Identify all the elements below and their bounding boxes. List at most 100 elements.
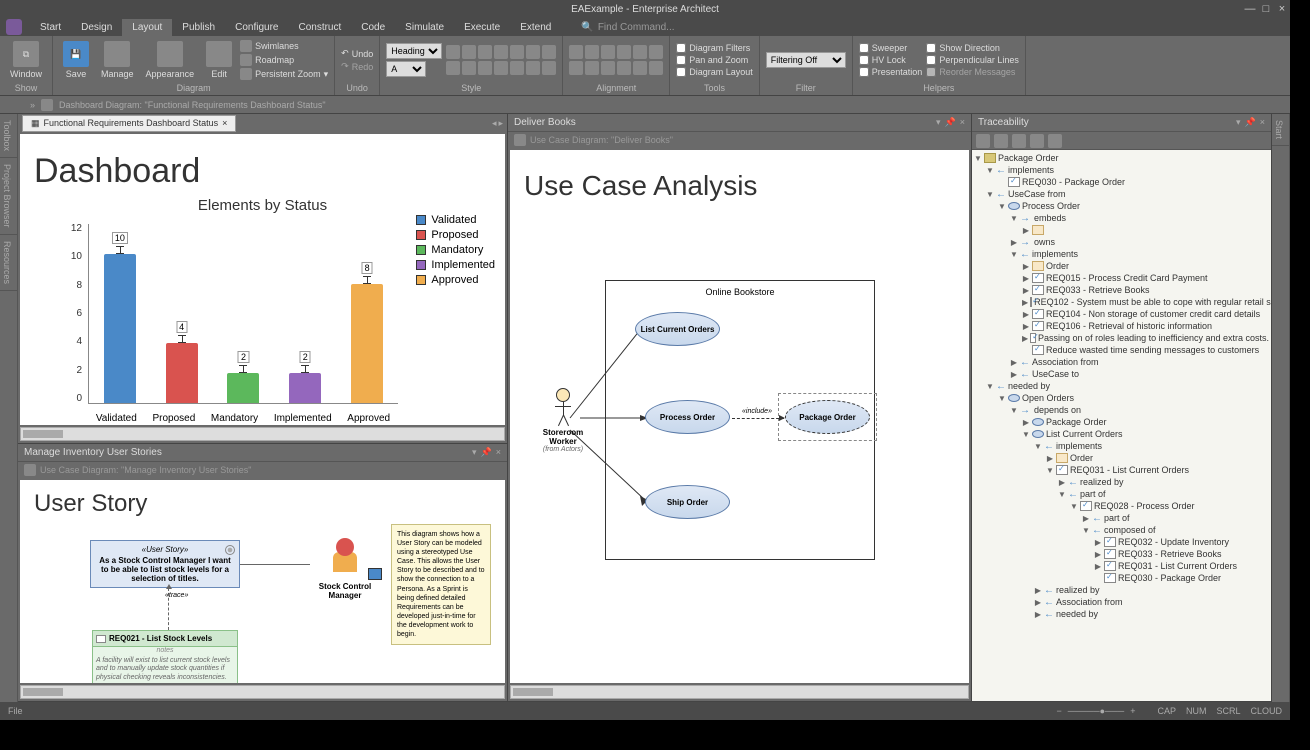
window-button[interactable]: ⧉ Window <box>6 39 46 81</box>
expand-icon[interactable] <box>998 178 1006 186</box>
tree-node[interactable]: ▶REQ031 - List Current Orders <box>974 560 1269 572</box>
expand-icon[interactable]: ▼ <box>1010 214 1018 222</box>
bar-mandatory[interactable]: 2 <box>227 224 259 403</box>
expand-icon[interactable]: ▶ <box>1034 610 1042 618</box>
side-tab-project-browser[interactable]: Project Browser <box>0 158 17 235</box>
dropdown-icon[interactable]: ▾ <box>1236 117 1241 128</box>
dropdown-icon[interactable]: ▾ <box>936 117 941 128</box>
h-scrollbar[interactable] <box>20 685 505 699</box>
toolbar-icon[interactable] <box>976 134 990 148</box>
dashboard-tab[interactable]: ▦ Functional Requirements Dashboard Stat… <box>22 115 236 132</box>
expand-icon[interactable]: ▶ <box>1046 454 1054 462</box>
expand-icon[interactable]: ▶ <box>1010 370 1018 378</box>
tree-node[interactable]: ▶realized by <box>974 476 1269 488</box>
tree-node[interactable]: ▶Order <box>974 452 1269 464</box>
pin-icon[interactable]: 📌 <box>945 117 956 128</box>
style-icon[interactable] <box>478 45 492 59</box>
expand-icon[interactable]: ▶ <box>1094 538 1102 546</box>
tree-node[interactable]: ▶part of <box>974 512 1269 524</box>
filter-select[interactable]: Filtering Off <box>766 52 846 68</box>
heading-select[interactable]: Heading <box>386 43 442 59</box>
align-icon[interactable] <box>617 61 631 75</box>
tree-node[interactable]: REQ030 - Package Order <box>974 176 1269 188</box>
expand-icon[interactable]: ▼ <box>1010 250 1018 258</box>
style-icon[interactable] <box>446 45 460 59</box>
tree-node[interactable]: ▶Package Order <box>974 416 1269 428</box>
side-tab-toolbox[interactable]: Toolbox <box>0 114 17 158</box>
expand-icon[interactable]: ▼ <box>1022 430 1030 438</box>
expand-icon[interactable]: ▶ <box>1022 334 1028 342</box>
actor-storeroom[interactable]: Storeroom Worker (from Actors) <box>528 388 598 453</box>
menu-tab-execute[interactable]: Execute <box>454 19 510 36</box>
expand-icon[interactable]: ▼ <box>1034 442 1042 450</box>
bar-approved[interactable]: 8 <box>351 224 383 403</box>
roadmap-button[interactable]: Roadmap <box>240 54 328 66</box>
edit-button[interactable]: Edit <box>202 39 236 81</box>
tree-node[interactable]: Reduce wasted time sending messages to c… <box>974 344 1269 356</box>
style-icon[interactable] <box>510 61 524 75</box>
align-icon[interactable] <box>649 61 663 75</box>
tree-node[interactable]: ▶Association from <box>974 596 1269 608</box>
tree-node[interactable]: ▼Package Order <box>974 152 1269 164</box>
tree-node[interactable]: ▼REQ031 - List Current Orders <box>974 464 1269 476</box>
expand-icon[interactable]: ▶ <box>1022 274 1030 282</box>
tree-node[interactable]: ▼needed by <box>974 380 1269 392</box>
bar-implemented[interactable]: 2 <box>289 224 321 403</box>
tree-node[interactable]: ▶REQ106 - Retrieval of historic informat… <box>974 320 1269 332</box>
tree-node[interactable]: ▶UseCase to <box>974 368 1269 380</box>
align-icon[interactable] <box>633 45 647 59</box>
expand-icon[interactable]: ▼ <box>986 382 994 390</box>
tree-node[interactable]: ▼implements <box>974 440 1269 452</box>
close-icon[interactable]: × <box>496 447 501 458</box>
toolbar-icon[interactable] <box>1030 134 1044 148</box>
expand-icon[interactable]: ▶ <box>1022 286 1030 294</box>
expand-icon[interactable]: ▼ <box>998 202 1006 210</box>
expand-icon[interactable] <box>1022 346 1030 354</box>
tab-next-icon[interactable]: ▸ <box>498 118 503 129</box>
zoom-control[interactable]: −─────●───+ <box>1056 706 1135 716</box>
usecase-oval[interactable]: Process Order <box>645 400 730 434</box>
tree-node[interactable]: ▶ <box>974 224 1269 236</box>
userstory-canvas[interactable]: User Story «User Story» As a Stock Contr… <box>20 480 505 683</box>
swimlanes-button[interactable]: Swimlanes <box>240 40 328 52</box>
tree-node[interactable]: ▶needed by <box>974 608 1269 620</box>
tree-node[interactable]: ▶REQ033 - Retrieve Books <box>974 548 1269 560</box>
menu-tab-publish[interactable]: Publish <box>172 19 225 36</box>
usecase-pane-title[interactable]: Deliver Books ▾📌× <box>508 114 971 132</box>
style-icon[interactable] <box>462 45 476 59</box>
tree-node[interactable]: ▼implements <box>974 164 1269 176</box>
menu-tab-simulate[interactable]: Simulate <box>395 19 454 36</box>
menu-tab-code[interactable]: Code <box>351 19 395 36</box>
expand-icon[interactable]: ▼ <box>1070 502 1078 510</box>
reorder-check[interactable]: Reorder Messages <box>926 67 1019 77</box>
status-file[interactable]: File <box>8 706 23 716</box>
expand-icon[interactable]: ▶ <box>1010 238 1018 246</box>
app-logo-icon[interactable] <box>6 19 22 35</box>
usecase-oval[interactable]: Ship Order <box>645 485 730 519</box>
style-icon[interactable] <box>446 61 460 75</box>
tree-node[interactable]: ▼List Current Orders <box>974 428 1269 440</box>
menu-tab-layout[interactable]: Layout <box>122 19 172 36</box>
align-icon[interactable] <box>601 45 615 59</box>
tree-node[interactable]: ▶owns <box>974 236 1269 248</box>
bar-proposed[interactable]: 4 <box>166 224 198 403</box>
align-icon[interactable] <box>569 45 583 59</box>
expand-icon[interactable]: ▼ <box>1046 466 1054 474</box>
expand-icon[interactable]: ▼ <box>974 154 982 162</box>
expand-icon[interactable]: ▼ <box>998 394 1006 402</box>
expand-icon[interactable] <box>1094 574 1102 582</box>
style-icon[interactable] <box>526 61 540 75</box>
tree-node[interactable]: ▶REQ102 - System must be able to cope wi… <box>974 296 1269 308</box>
menu-tab-extend[interactable]: Extend <box>510 19 561 36</box>
align-icon[interactable] <box>585 61 599 75</box>
undo-button[interactable]: ↶ Undo <box>341 48 373 59</box>
hvlock-check[interactable]: HV Lock <box>859 55 923 65</box>
expand-icon[interactable]: ▶ <box>1082 514 1090 522</box>
menu-tab-construct[interactable]: Construct <box>288 19 351 36</box>
style-icon[interactable] <box>526 45 540 59</box>
align-icon[interactable] <box>569 61 583 75</box>
tree-node[interactable]: ▶REQ015 - Process Credit Card Payment <box>974 272 1269 284</box>
expand-icon[interactable]: ▼ <box>1058 490 1066 498</box>
expand-icon[interactable]: ▶ <box>1022 418 1030 426</box>
expand-icon[interactable]: ▶ <box>1022 262 1030 270</box>
